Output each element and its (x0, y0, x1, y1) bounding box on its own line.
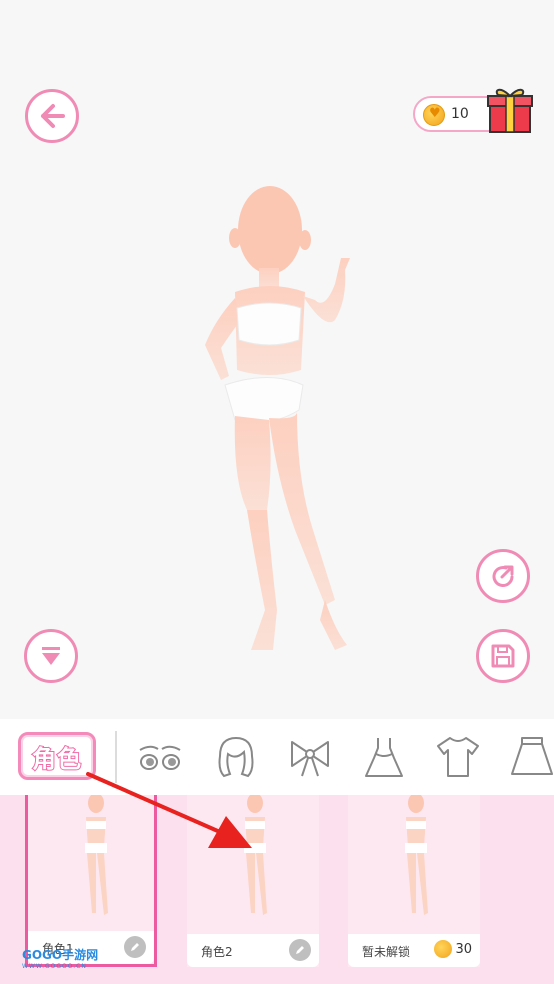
floppy-disk-icon (491, 644, 515, 668)
coin-count: 10 (451, 106, 469, 122)
watermark-brand: GOGO手游网 (22, 948, 99, 962)
triangle-down-icon (42, 647, 60, 665)
skirt-icon[interactable] (508, 734, 554, 780)
gift-icon[interactable] (486, 84, 534, 134)
collapse-button[interactable] (24, 629, 78, 683)
edit-pencil-icon[interactable] (289, 939, 311, 961)
character-label: 角色2 (201, 945, 233, 959)
arrow-left-icon (41, 104, 65, 128)
character-model (205, 186, 350, 650)
refresh-button[interactable] (476, 549, 530, 603)
character-card-locked[interactable]: 暂未解锁 30 (348, 795, 480, 967)
rotate-icon (492, 565, 514, 587)
tab-role-label: 角色 (31, 744, 82, 774)
character-thumbnail (405, 795, 428, 915)
watermark: GOGO手游网 WWW.GOGOO.CN (22, 946, 132, 974)
coin-icon (423, 104, 445, 126)
bow-icon[interactable] (286, 734, 334, 780)
coin-icon (434, 940, 452, 958)
watermark-url: WWW.GOGOO.CN (22, 963, 87, 970)
dress-icon[interactable] (360, 734, 408, 780)
unlock-cost: 30 (455, 942, 472, 957)
back-button[interactable] (25, 89, 79, 143)
shirt-icon[interactable] (434, 734, 482, 780)
annotation-arrow (86, 772, 252, 848)
save-button[interactable] (476, 629, 530, 683)
character-label: 暂未解锁 (362, 945, 411, 959)
